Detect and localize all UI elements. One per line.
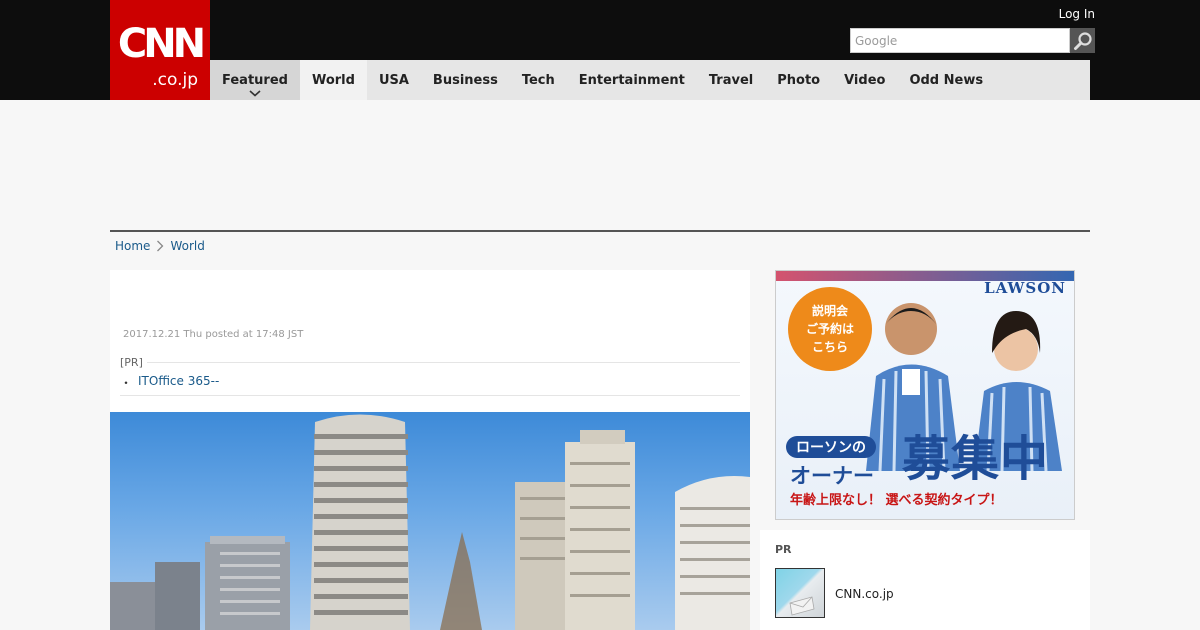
- skyline-illustration: [110, 414, 750, 630]
- nav-item-label: Video: [844, 72, 886, 88]
- nav-item-odd-news[interactable]: Odd News: [897, 60, 995, 100]
- nav-item-usa[interactable]: USA: [367, 60, 421, 100]
- nav-item-label: Featured: [222, 72, 288, 88]
- pr-card-thumbnail[interactable]: [775, 568, 825, 618]
- article-header-card: 2017.12.21 Thu posted at 17:48 JST [PR] …: [110, 270, 750, 412]
- breadcrumb: Home World: [115, 238, 205, 254]
- top-ad-slot: [110, 100, 1090, 230]
- pr-item: ・ ITOffice 365--: [120, 374, 219, 391]
- pr-divider: [120, 362, 740, 363]
- nav-item-tech[interactable]: Tech: [510, 60, 567, 100]
- nav-item-featured[interactable]: Featured: [210, 60, 300, 100]
- login-link[interactable]: Log In: [1059, 6, 1095, 22]
- chevron-down-icon: [249, 90, 261, 97]
- top-header: CNN .co.jp Log In Featured World USA Bus…: [0, 0, 1200, 100]
- pr-bullet: ・: [120, 376, 133, 390]
- breadcrumb-world[interactable]: World: [170, 238, 204, 254]
- nav-item-world[interactable]: World: [299, 60, 367, 100]
- search-input[interactable]: [851, 29, 1069, 52]
- article-date: 2017.12.21 Thu posted at 17:48 JST: [123, 329, 304, 340]
- main-nav: Featured World USA Business Tech Enterta…: [210, 60, 1090, 100]
- nav-item-label: Entertainment: [578, 72, 685, 88]
- nav-item-label: World: [311, 72, 355, 88]
- nav-item-entertainment[interactable]: Entertainment: [567, 60, 697, 100]
- chevron-right-icon: [157, 240, 164, 252]
- logo-text-domain: .co.jp: [152, 70, 198, 90]
- envelope-icon: [789, 596, 815, 616]
- nav-item-label: Photo: [777, 72, 821, 88]
- pr-card-label: PR: [775, 543, 792, 556]
- pr-label: [PR]: [120, 356, 147, 369]
- section-divider: [110, 230, 1090, 232]
- pr-link[interactable]: ITOffice 365--: [138, 374, 219, 391]
- breadcrumb-home[interactable]: Home: [115, 238, 150, 254]
- ad-circle-line: 説明会: [811, 304, 848, 318]
- search-icon: [1073, 31, 1092, 50]
- nav-item-label: Tech: [521, 72, 555, 88]
- nav-item-label: Travel: [708, 72, 754, 88]
- search-box: [850, 28, 1070, 53]
- search-button[interactable]: [1070, 28, 1095, 53]
- ad-reservation-circle: 説明会 ご予約は こちら: [788, 287, 872, 371]
- ad-circle-line: こちら: [811, 340, 848, 354]
- ad-bottom-text: 年齢上限なし！ 選べる契約タイプ！: [790, 493, 1003, 508]
- cnn-logo[interactable]: CNN .co.jp: [110, 0, 210, 100]
- nav-item-video[interactable]: Video: [832, 60, 897, 100]
- nav-item-business[interactable]: Business: [421, 60, 510, 100]
- nav-item-photo[interactable]: Photo: [765, 60, 832, 100]
- sidebar-pr-card: PR CNN.co.jp: [760, 530, 1090, 630]
- pr-card-title[interactable]: CNN.co.jp: [835, 587, 894, 601]
- ad-circle-line: ご予約は: [805, 322, 854, 336]
- nav-item-label: Business: [432, 72, 498, 88]
- nav-item-label: USA: [378, 72, 409, 88]
- ad-pill-text: ローソンの: [786, 436, 876, 458]
- ad-owner-text: オーナー: [790, 464, 874, 488]
- article-photo: [110, 412, 750, 630]
- ad-recruit-text: 募集中: [902, 431, 1050, 487]
- nav-item-label: Odd News: [909, 72, 984, 88]
- pr-divider: [120, 395, 740, 396]
- nav-item-travel[interactable]: Travel: [697, 60, 765, 100]
- logo-text-main: CNN: [117, 21, 206, 67]
- sidebar-banner-ad[interactable]: LAWSON 説明会 ご予約は こちら ローソンの オーナー 募集中 年齢上限な…: [775, 270, 1075, 520]
